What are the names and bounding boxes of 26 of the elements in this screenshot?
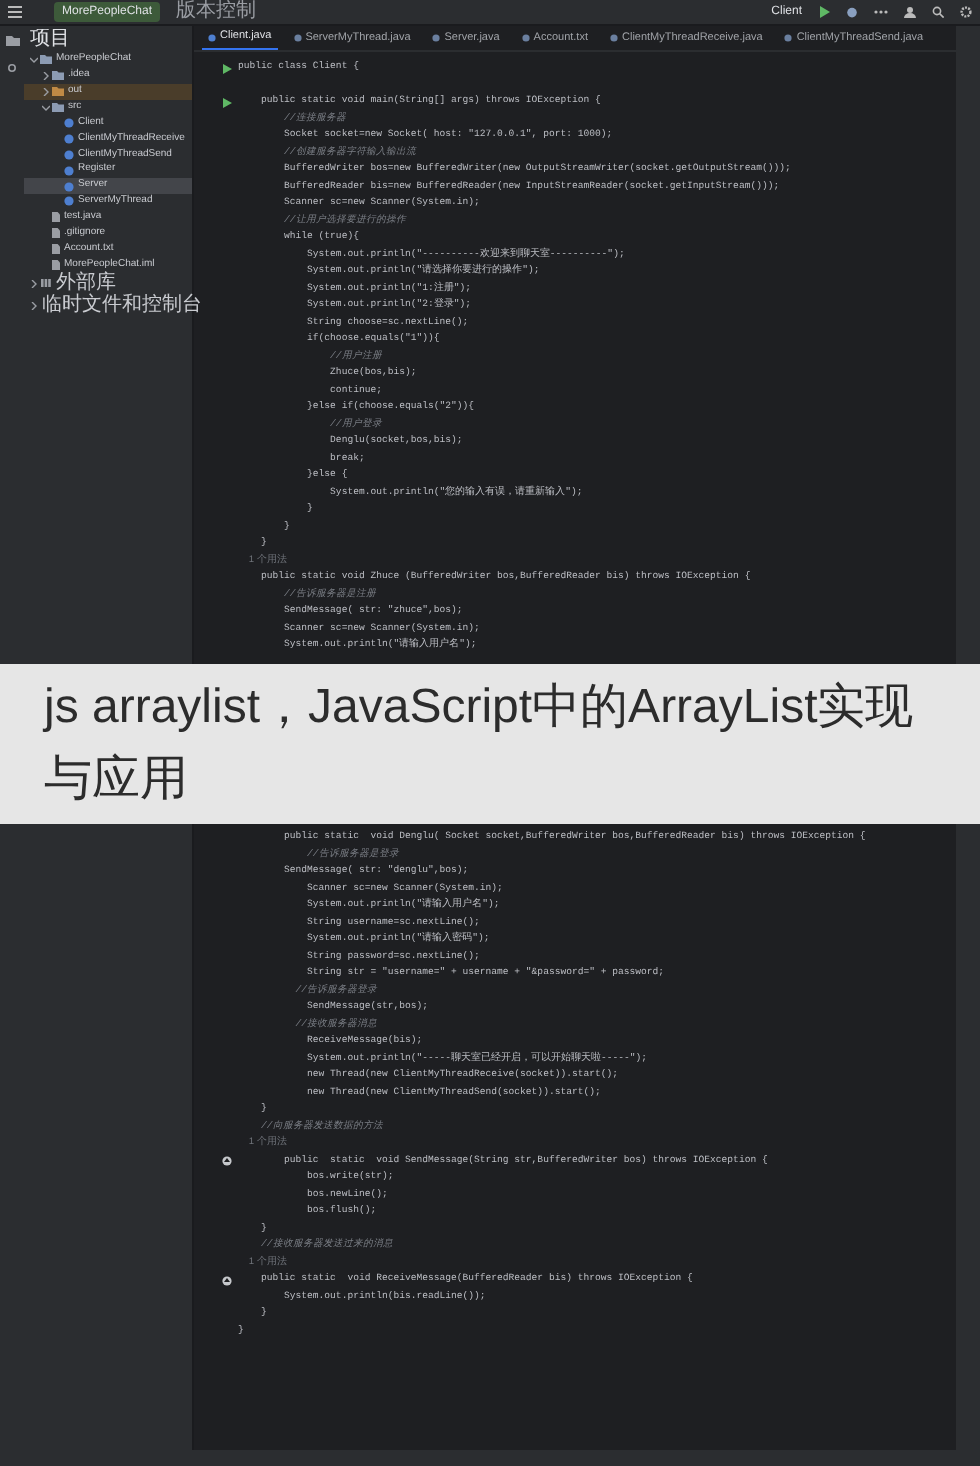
vcs-menu[interactable]: 版本控制	[176, 0, 257, 24]
project-view-title[interactable]: 项目	[30, 26, 70, 52]
tree-item[interactable]: 外部库	[24, 272, 192, 295]
run-icon[interactable]	[818, 6, 830, 18]
commit-icon[interactable]	[6, 62, 18, 74]
override-icon[interactable]	[222, 1156, 232, 1167]
class-icon	[293, 34, 302, 42]
article-title: js arraylist，JavaScript中的ArrayList实现与应用	[0, 664, 980, 824]
run-icon[interactable]	[222, 97, 232, 108]
search-icon[interactable]	[932, 6, 944, 18]
settings-icon[interactable]	[960, 6, 972, 18]
library-icon	[40, 278, 52, 289]
class-icon	[208, 33, 216, 41]
more-icon[interactable]	[874, 6, 888, 18]
override-icon[interactable]	[222, 1275, 232, 1286]
class-icon	[784, 34, 793, 42]
run-icon[interactable]	[222, 63, 232, 74]
chevron-right-icon[interactable]	[30, 279, 38, 288]
chevron-down-icon[interactable]	[30, 55, 38, 64]
chevron-right-icon[interactable]	[30, 301, 38, 310]
class-icon	[610, 34, 618, 42]
chevron-down-icon[interactable]	[42, 103, 50, 112]
class-icon	[432, 34, 441, 42]
user-icon[interactable]	[904, 6, 916, 18]
folder-icon[interactable]	[5, 34, 19, 46]
menu-icon[interactable]	[8, 6, 22, 18]
